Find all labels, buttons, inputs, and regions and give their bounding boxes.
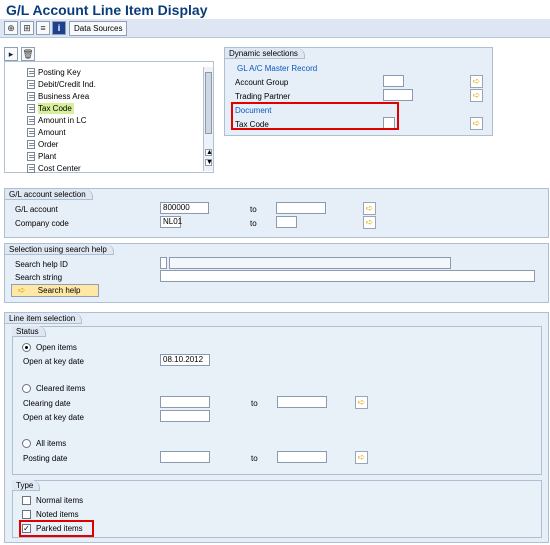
trading-partner-field[interactable] [383, 89, 413, 101]
save-variant-icon[interactable]: ⊞ [20, 21, 34, 35]
dynamic-selections-panel: Dynamic selections GL A/C Master Record … [224, 47, 493, 136]
tree-item-tax-code[interactable]: Tax Code [27, 103, 74, 114]
parked-items-highlight [19, 520, 94, 537]
open-items-label: Open items [36, 343, 77, 352]
scroll-down-icon[interactable]: ▼ [205, 159, 213, 166]
arrow-right-icon: ➪ [18, 285, 26, 295]
search-help-tab: Selection using search help [5, 244, 114, 255]
document-icon [27, 164, 35, 173]
posting-date-multiple-selection-icon[interactable]: ➪ [355, 451, 368, 464]
tree-item-plant[interactable]: Plant [27, 151, 56, 162]
company-code-to-label: to [250, 219, 257, 228]
document-icon [27, 80, 35, 89]
account-group-multiple-selection-icon[interactable]: ➪ [470, 75, 483, 88]
tree-item-amount[interactable]: Amount [27, 127, 66, 138]
tree-item-posting-key[interactable]: Posting Key [27, 67, 81, 78]
account-group-label: Account Group [235, 78, 289, 87]
tree-item-amount-lc[interactable]: Amount in LC [27, 115, 86, 126]
clearing-date-to-field[interactable] [277, 396, 327, 408]
normal-items-checkbox[interactable] [22, 496, 31, 505]
gl-account-multiple-selection-icon[interactable]: ➪ [363, 202, 376, 215]
posting-date-to-field[interactable] [277, 451, 327, 463]
expand-icon[interactable]: ▸ [4, 47, 18, 61]
account-group-field[interactable] [383, 75, 404, 87]
gl-account-to-field[interactable] [276, 202, 326, 214]
scroll-thumb[interactable] [205, 72, 212, 134]
document-icon [27, 116, 35, 125]
info-icon[interactable]: i [52, 21, 66, 35]
trading-partner-multiple-selection-icon[interactable]: ➪ [470, 89, 483, 102]
noted-items-checkbox[interactable] [22, 510, 31, 519]
application-toolbar: ⊕ ⊞ ≡ i Data Sources [0, 19, 550, 38]
company-code-label: Company code [15, 219, 69, 228]
status-tab: Status [12, 326, 46, 337]
document-icon [27, 104, 35, 113]
line-item-selection-panel: Line item selection Status Open items Op… [4, 312, 549, 543]
data-sources-button[interactable]: Data Sources [69, 21, 128, 36]
cleared-open-at-key-date-label: Open at key date [23, 413, 84, 422]
posting-date-to-label: to [251, 454, 258, 463]
noted-items-label: Noted items [36, 510, 79, 519]
tree-scrollbar[interactable]: ▲ ▼ [203, 67, 213, 171]
document-tax-code-highlight [231, 102, 399, 130]
document-icon [27, 68, 35, 77]
gl-account-to-label: to [250, 205, 257, 214]
tree-item-order[interactable]: Order [27, 139, 58, 150]
type-tab: Type [12, 480, 41, 491]
status-group: Status Open items Open at key date 08.10… [12, 326, 542, 475]
open-at-key-date-label: Open at key date [23, 357, 84, 366]
document-icon [27, 128, 35, 137]
gl-account-selection-panel: G/L account selection G/L account 800000… [4, 188, 549, 238]
open-items-radio[interactable] [22, 343, 31, 352]
normal-items-label: Normal items [36, 496, 84, 505]
delete-icon[interactable]: 🗑 [21, 47, 35, 61]
open-at-key-date-field[interactable]: 08.10.2012 [160, 354, 210, 366]
dynamic-selections-tab: Dynamic selections [225, 48, 305, 59]
execute-icon[interactable]: ⊕ [4, 21, 18, 35]
gl-account-label: G/L account [15, 205, 58, 214]
clearing-date-label: Clearing date [23, 399, 71, 408]
posting-date-from-field[interactable] [160, 451, 210, 463]
tree-item-business-area[interactable]: Business Area [27, 91, 89, 102]
clearing-date-to-label: to [251, 399, 258, 408]
company-code-multiple-selection-icon[interactable]: ➪ [363, 216, 376, 229]
search-help-id-prefix-field[interactable] [160, 257, 167, 269]
field-tree: Posting Key Debit/Credit Ind. Business A… [4, 61, 214, 173]
scroll-up-icon[interactable]: ▲ [205, 149, 213, 156]
type-group: Type Normal items Noted items ✓ Parked i… [12, 480, 542, 538]
clearing-date-from-field[interactable] [160, 396, 210, 408]
tree-item-debit-credit[interactable]: Debit/Credit Ind. [27, 79, 96, 90]
search-string-label: Search string [15, 273, 63, 282]
line-item-selection-tab: Line item selection [5, 313, 83, 324]
cleared-items-label: Cleared items [36, 384, 86, 393]
posting-date-label: Posting date [23, 454, 68, 463]
trading-partner-label: Trading Partner [235, 92, 291, 101]
cleared-open-at-key-date-field[interactable] [160, 410, 210, 422]
company-code-field[interactable]: NL01 [160, 216, 182, 228]
search-string-field[interactable] [160, 270, 535, 282]
tree-item-cost-center[interactable]: Cost Center [27, 163, 81, 174]
document-icon [27, 152, 35, 161]
all-items-label: All items [36, 439, 67, 448]
tax-code-multiple-selection-icon[interactable]: ➪ [470, 117, 483, 130]
document-icon [27, 92, 35, 101]
clearing-date-multiple-selection-icon[interactable]: ➪ [355, 396, 368, 409]
document-icon [27, 140, 35, 149]
search-help-button[interactable]: ➪ Search help [11, 284, 99, 297]
search-help-id-description-field [169, 257, 451, 269]
gl-account-field[interactable]: 800000 [160, 202, 209, 214]
gl-master-record-group: GL A/C Master Record [237, 64, 318, 73]
search-help-id-label: Search help ID [15, 260, 68, 269]
cleared-items-radio[interactable] [22, 384, 31, 393]
search-help-panel: Selection using search help Search help … [4, 243, 549, 303]
company-code-to-field[interactable] [276, 216, 297, 228]
all-items-radio[interactable] [22, 439, 31, 448]
document-icon[interactable]: ≡ [36, 21, 50, 35]
page-title: G/L Account Line Item Display [6, 2, 208, 18]
gl-account-selection-tab: G/L account selection [5, 189, 93, 200]
